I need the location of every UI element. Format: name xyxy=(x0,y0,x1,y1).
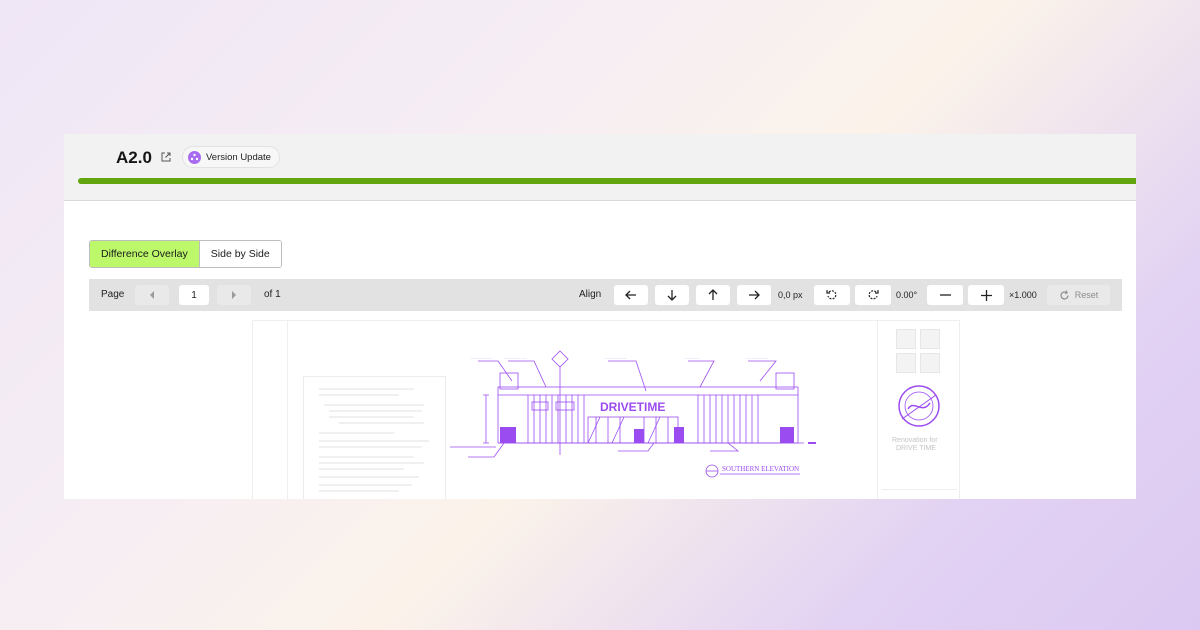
title-block-cell xyxy=(896,329,916,349)
reset-icon xyxy=(1060,289,1069,299)
svg-text:—— ——— ——: —— ——— —— xyxy=(470,356,493,360)
page-label: Page xyxy=(101,289,125,300)
reset-label: Reset xyxy=(1074,290,1099,300)
arrow-up-icon xyxy=(708,289,718,300)
arrow-down-icon xyxy=(667,290,677,301)
diff-viewer-card: A2.0 Version Update Difference Overlay S… xyxy=(64,134,1136,499)
external-link-icon[interactable] xyxy=(161,152,171,162)
renovation-label: Renovation for xyxy=(892,437,938,444)
arrow-left-icon xyxy=(625,290,636,300)
difference-overlay-button[interactable]: Difference Overlay xyxy=(90,241,200,267)
rotate-cw-icon xyxy=(868,290,879,300)
page-edge xyxy=(287,321,288,499)
align-label: Align xyxy=(579,289,602,300)
side-by-side-button[interactable]: Side by Side xyxy=(199,241,281,267)
align-up-button[interactable] xyxy=(696,285,730,305)
align-down-button[interactable] xyxy=(655,285,689,305)
rotate-ccw-icon xyxy=(826,290,837,300)
page-number-input[interactable] xyxy=(179,285,209,305)
drivetime-sign: DRIVETIME xyxy=(600,400,665,414)
title-block: Renovation for DRIVE TIME xyxy=(877,321,960,499)
svg-text:——— ——: ——— —— xyxy=(684,356,700,360)
version-update-label: Version Update xyxy=(206,151,271,163)
header: A2.0 Version Update xyxy=(64,134,1136,201)
align-right-button[interactable] xyxy=(737,285,771,305)
notes-lines xyxy=(319,388,429,492)
chevron-left-icon xyxy=(150,291,154,299)
page-count: of 1 xyxy=(264,289,281,300)
title-block-divider xyxy=(882,489,957,490)
title-block-cell xyxy=(920,353,940,373)
drawing-viewer[interactable]: DRIVETIME SOUTHERN ELEVATION —— ——— —— ——… xyxy=(252,320,960,499)
plus-icon xyxy=(980,289,992,301)
sheet-title-label: SOUTHERN ELEVATION xyxy=(722,465,799,473)
version-update-badge: Version Update xyxy=(182,146,280,168)
progress-bar xyxy=(78,178,1136,184)
toolbar: Page of 1 Align 0,0 px 0.00° xyxy=(89,279,1122,311)
align-left-button[interactable] xyxy=(614,285,648,305)
previous-page-button[interactable] xyxy=(135,285,169,305)
version-update-icon xyxy=(188,150,201,164)
chevron-right-icon xyxy=(232,291,236,299)
next-page-button[interactable] xyxy=(217,285,251,305)
title-block-cell xyxy=(896,353,916,373)
sheet-title: A2.0 xyxy=(116,148,152,167)
notes-panel xyxy=(303,376,446,499)
offset-value: 0,0 px xyxy=(778,290,803,300)
minus-icon xyxy=(939,294,951,296)
rotate-cw-button[interactable] xyxy=(855,285,891,305)
elevation-drawing: DRIVETIME SOUTHERN ELEVATION —— ——— —— ——… xyxy=(450,350,816,478)
svg-text:—— ——— ——: —— ——— —— xyxy=(504,356,527,360)
zoom-out-button[interactable] xyxy=(927,285,963,305)
zoom-value: ×1.000 xyxy=(1009,290,1037,300)
rotation-value: 0.00° xyxy=(896,290,918,300)
engineer-seal xyxy=(898,385,940,427)
rotate-ccw-button[interactable] xyxy=(814,285,850,305)
svg-text:——— —— ——: ——— —— —— xyxy=(604,356,627,360)
mode-toggle: Difference Overlay Side by Side xyxy=(89,240,282,268)
progress-fill xyxy=(78,178,1136,184)
svg-text:——— —— ——: ——— —— —— xyxy=(746,356,769,360)
title-block-cell xyxy=(920,329,940,349)
zoom-in-button[interactable] xyxy=(968,285,1004,305)
arrow-right-icon xyxy=(749,290,760,300)
project-name-label: DRIVE TIME xyxy=(896,445,936,452)
reset-button[interactable]: Reset xyxy=(1047,285,1110,305)
